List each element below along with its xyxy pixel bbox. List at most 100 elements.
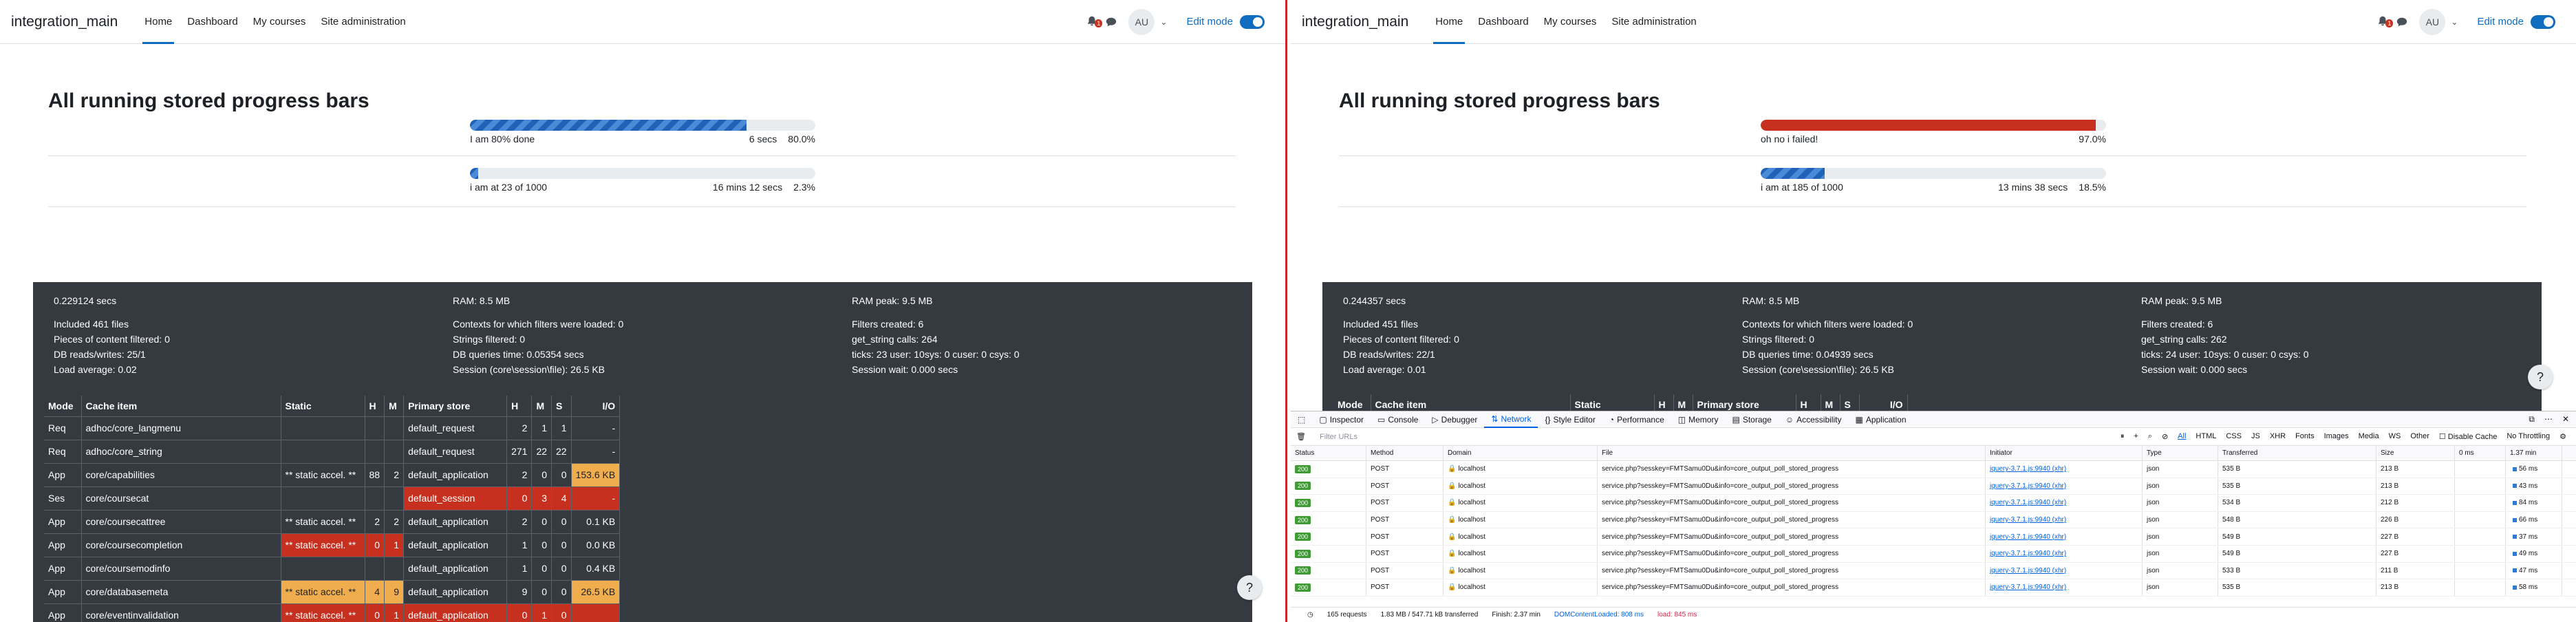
network-column-header[interactable]: Type: [2143, 446, 2218, 460]
disable-cache-checkbox[interactable]: ☐ Disable Cache: [2439, 432, 2497, 441]
filter-urls-input[interactable]: Filter URLs: [1320, 433, 1357, 441]
site-brand[interactable]: integration_main: [1302, 14, 1408, 30]
filter-ws[interactable]: WS: [2389, 432, 2401, 441]
progress-fill: [470, 120, 747, 131]
network-column-header[interactable]: 0 ms: [2455, 446, 2506, 460]
site-brand[interactable]: integration_main: [11, 14, 118, 30]
filter-media[interactable]: Media: [2359, 432, 2379, 441]
network-cell-status: 200: [1291, 478, 1366, 495]
tab-memory[interactable]: ◫ Memory: [1671, 411, 1726, 428]
tab-accessibility[interactable]: ☺ Accessibility: [1779, 411, 1849, 428]
network-column-header[interactable]: Status: [1291, 446, 1366, 460]
edit-mode-toggle[interactable]: [1240, 14, 1265, 29]
network-column-header[interactable]: Size: [2376, 446, 2455, 460]
network-request-row[interactable]: 200 POST 🔒 localhost service.php?sesskey=FMT…: [1291, 528, 2576, 546]
help-button[interactable]: ?: [1237, 575, 1262, 600]
notifications-bell-icon[interactable]: 1: [2376, 15, 2394, 29]
nav-my-courses[interactable]: My courses: [246, 0, 314, 44]
chevron-down-icon[interactable]: ⌄: [1160, 17, 1167, 27]
size-value: 213 B: [2381, 583, 2399, 592]
network-request-row[interactable]: 200 POST 🔒 localhost service.php?sesskey=FMT…: [1291, 545, 2576, 563]
nav-site-administration[interactable]: Site administration: [1604, 0, 1704, 44]
network-column-header[interactable]: Method: [1366, 446, 1443, 460]
tab-label: Style Editor: [1553, 414, 1596, 425]
perf-stat: Filters created: 6: [852, 319, 924, 330]
initiator-value[interactable]: jquery-3.7.1.js:9940 (xhr): [1990, 482, 2066, 490]
tab-performance[interactable]: ◔ Performance: [1602, 411, 1671, 428]
tab-debugger[interactable]: ▷ Debugger: [1425, 411, 1484, 428]
network-column-header[interactable]: Domain: [1443, 446, 1598, 460]
pause-icon[interactable]: ⏸: [2121, 432, 2125, 441]
network-request-row[interactable]: 200 POST 🔒 localhost service.php?sesskey=FMT…: [1291, 461, 2576, 478]
progress-percent: 97.0%: [2079, 133, 2106, 144]
table-cell: [384, 486, 405, 511]
network-icon: ⇅: [1491, 414, 1499, 424]
initiator-value[interactable]: jquery-3.7.1.js:9940 (xhr): [1990, 533, 2066, 541]
initiator-value[interactable]: jquery-3.7.1.js:9940 (xhr): [1990, 465, 2066, 473]
gear-icon[interactable]: ⚙: [2559, 432, 2566, 441]
user-avatar[interactable]: AU: [2419, 8, 2446, 35]
nav-my-courses[interactable]: My courses: [1536, 0, 1604, 44]
initiator-value[interactable]: jquery-3.7.1.js:9940 (xhr): [1990, 550, 2066, 557]
messages-icon[interactable]: [2396, 16, 2408, 28]
network-column-header[interactable]: 1.37 min: [2506, 446, 2562, 460]
search-icon[interactable]: ⌕: [2148, 432, 2152, 441]
type-value: json: [2147, 533, 2160, 541]
tab-network[interactable]: ⇅ Network: [1484, 411, 1538, 428]
network-request-row[interactable]: 200 POST 🔒 localhost service.php?sesskey=FMT…: [1291, 495, 2576, 512]
tab-style-editor[interactable]: {} Style Editor: [1538, 411, 1602, 428]
notifications-bell-icon[interactable]: 1: [1086, 15, 1103, 29]
nav-home[interactable]: Home: [1428, 0, 1470, 44]
throttling-select[interactable]: No Throttling: [2507, 432, 2550, 441]
table-cell: ** static accel. **: [281, 533, 365, 557]
network-request-row[interactable]: 200 POST 🔒 localhost service.php?sesskey=FMT…: [1291, 562, 2576, 580]
tab-inspector[interactable]: ▢ Inspector: [1312, 411, 1371, 428]
help-button[interactable]: ?: [2528, 365, 2553, 389]
nav-home[interactable]: Home: [137, 0, 180, 44]
filter-all[interactable]: All: [2178, 432, 2186, 441]
more-options-icon[interactable]: ⋯: [2544, 414, 2553, 425]
user-avatar[interactable]: AU: [1128, 8, 1155, 35]
filter-html[interactable]: HTML: [2196, 432, 2216, 441]
network-cell-method: POST: [1366, 461, 1443, 478]
network-cell-file: service.php?sesskey=FMTSamu0Du&info=core…: [1598, 528, 1986, 545]
nav-site-administration[interactable]: Site administration: [313, 0, 413, 44]
navbar: integration_main Home Dashboard My cours…: [0, 0, 1285, 44]
network-request-row[interactable]: 200 POST 🔒 localhost service.php?sesskey=FMT…: [1291, 579, 2576, 597]
trash-icon[interactable]: 🗑: [1296, 432, 1306, 441]
network-request-row[interactable]: 200 POST 🔒 localhost service.php?sesskey=FMT…: [1291, 511, 2576, 529]
network-cell-waterfall-start: [2455, 461, 2506, 478]
network-request-row[interactable]: 200 POST 🔒 localhost service.php?sesskey=FMT…: [1291, 478, 2576, 495]
initiator-value[interactable]: jquery-3.7.1.js:9940 (xhr): [1990, 499, 2066, 506]
initiator-value[interactable]: jquery-3.7.1.js:9940 (xhr): [1990, 516, 2066, 524]
plus-icon[interactable]: +: [2134, 432, 2138, 441]
network-column-header[interactable]: File: [1598, 446, 1986, 460]
filter-js[interactable]: JS: [2251, 432, 2260, 441]
file-value: service.php?sesskey=FMTSamu0Du&info=core…: [1602, 499, 1839, 507]
initiator-value[interactable]: jquery-3.7.1.js:9940 (xhr): [1990, 583, 2066, 591]
chevron-down-icon[interactable]: ⌄: [2451, 17, 2458, 27]
network-cell-waterfall-start: [2455, 511, 2506, 528]
block-icon[interactable]: ⊘: [2162, 432, 2168, 441]
nav-dashboard[interactable]: Dashboard: [180, 0, 245, 44]
lock-icon: 🔒: [1448, 533, 1457, 541]
pick-element-icon[interactable]: ⬚: [1291, 411, 1312, 428]
perf-time: 0.229124 secs: [54, 295, 117, 306]
network-column-header[interactable]: Initiator: [1986, 446, 2143, 460]
messages-icon[interactable]: [1105, 16, 1117, 28]
initiator-value[interactable]: jquery-3.7.1.js:9940 (xhr): [1990, 567, 2066, 575]
filter-fonts[interactable]: Fonts: [2295, 432, 2315, 441]
tab-console[interactable]: ▭ Console: [1371, 411, 1425, 428]
tab-storage[interactable]: ▤ Storage: [1725, 411, 1778, 428]
progress-percent: 18.5%: [2079, 182, 2106, 193]
network-column-header[interactable]: Transferred: [2218, 446, 2376, 460]
nav-dashboard[interactable]: Dashboard: [1470, 0, 1536, 44]
tab-application[interactable]: ▦ Application: [1848, 411, 1913, 428]
filter-xhr[interactable]: XHR: [2270, 432, 2286, 441]
edit-mode-toggle[interactable]: [2531, 14, 2555, 29]
filter-css[interactable]: CSS: [2226, 432, 2242, 441]
filter-other[interactable]: Other: [2410, 432, 2429, 441]
close-icon[interactable]: ✕: [2562, 414, 2569, 425]
dock-icon[interactable]: ⧉: [2529, 414, 2535, 425]
filter-images[interactable]: Images: [2324, 432, 2349, 441]
